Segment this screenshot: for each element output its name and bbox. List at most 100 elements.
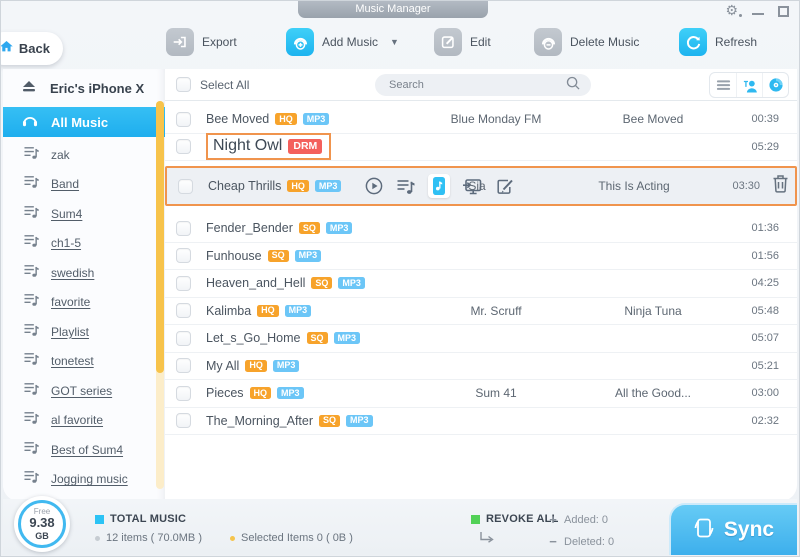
artist-view-button[interactable] <box>736 73 762 97</box>
total-music-label: TOTAL MUSIC <box>110 513 187 525</box>
sidebar-playlist-item[interactable]: favorite <box>3 288 165 318</box>
sync-button[interactable]: Sync <box>669 503 797 555</box>
song-row[interactable]: Let_s_Go_Home SQ MP3 05:07 <box>165 325 797 353</box>
sync-phone-icon <box>694 517 714 544</box>
playlist-icon <box>23 292 40 312</box>
song-row[interactable]: Funhouse SQ MP3 01:56 <box>165 243 797 270</box>
song-checkbox[interactable] <box>176 111 191 127</box>
sidebar-scrollbar[interactable] <box>156 101 164 489</box>
song-duration: 00:39 <box>751 113 779 126</box>
refresh-button[interactable]: Refresh <box>679 28 757 56</box>
song-title: Night Owl <box>213 137 283 155</box>
revoke-all-group[interactable]: REVOKE ALL <box>471 513 559 553</box>
song-row[interactable]: The_Morning_After SQ MP3 02:32 <box>165 408 797 435</box>
export-label: Export <box>202 35 237 49</box>
song-duration: 03:00 <box>751 387 779 400</box>
song-row[interactable]: Heaven_and_Hell SQ MP3 04:25 <box>165 270 797 298</box>
song-checkbox[interactable] <box>176 275 191 291</box>
song-checkbox[interactable] <box>176 413 191 429</box>
song-row[interactable]: Cheap Thrills HQ MP3 Sia This Is Acting … <box>165 166 797 206</box>
select-all-checkbox[interactable] <box>176 77 191 92</box>
sidebar-playlist-item[interactable]: Band <box>3 170 165 200</box>
song-album: Ninja Tuna <box>624 303 682 318</box>
song-rows: Bee Moved HQ MP3 Blue Monday FM Bee Move… <box>165 101 797 435</box>
delete-icon[interactable] <box>772 174 789 198</box>
format-badge: MP3 <box>284 304 312 317</box>
song-title: Funhouse <box>206 248 262 263</box>
delete-music-button[interactable]: Delete Music <box>534 28 639 56</box>
song-row[interactable]: Bee Moved HQ MP3 Blue Monday FM Bee Move… <box>165 106 797 134</box>
album-view-button[interactable] <box>762 73 788 97</box>
playlist-label: al favorite <box>51 413 104 428</box>
edit-icon <box>434 28 462 56</box>
title-group: Pieces HQ MP3 <box>206 386 304 400</box>
sidebar-playlist-item[interactable]: zak <box>3 140 165 170</box>
sidebar-playlist-item[interactable]: Sum4 <box>3 199 165 229</box>
playlist-icon <box>23 145 40 165</box>
sidebar-playlist-item[interactable]: Playlist <box>3 317 165 347</box>
song-checkbox[interactable] <box>176 248 191 264</box>
title-group: Bee Moved HQ MP3 <box>206 112 330 126</box>
title-group: Funhouse SQ MP3 <box>206 248 322 263</box>
select-all-control[interactable]: Select All <box>176 77 249 92</box>
song-checkbox[interactable] <box>176 385 191 401</box>
playlist-label: Playlist <box>51 324 90 339</box>
song-checkbox[interactable] <box>176 358 191 374</box>
quality-badge: SQ <box>298 222 320 235</box>
sidebar-playlist-item[interactable]: al favorite <box>3 406 165 436</box>
playlist-label: Jogging music <box>51 472 128 487</box>
song-checkbox[interactable] <box>176 303 191 319</box>
items-dot <box>95 535 100 541</box>
song-title: Heaven_and_Hell <box>206 276 306 291</box>
play-icon[interactable] <box>364 176 384 196</box>
search-icon[interactable] <box>565 75 581 96</box>
search-box[interactable] <box>375 74 591 96</box>
sidebar-playlist-item[interactable]: GOT series <box>3 376 165 406</box>
edit-button[interactable]: Edit <box>434 28 491 56</box>
song-checkbox[interactable] <box>176 139 191 155</box>
sidebar-playlist-item[interactable]: swedish <box>3 258 165 288</box>
add-music-dropdown-arrow[interactable]: ▼ <box>390 37 399 47</box>
format-badge: MP3 <box>325 222 353 235</box>
search-input[interactable] <box>389 79 565 91</box>
view-switch <box>709 72 789 98</box>
sidebar-scrollbar-thumb[interactable] <box>156 101 164 373</box>
song-row[interactable]: My All HQ MP3 05:21 <box>165 353 797 380</box>
eject-icon[interactable] <box>21 79 37 98</box>
song-row[interactable]: Kalimba HQ MP3 Mr. Scruff Ninja Tuna 05:… <box>165 298 797 325</box>
song-artist: Blue Monday FM <box>450 112 542 127</box>
settings-gear-icon[interactable]: ⚙ <box>725 2 742 18</box>
title-group: Fender_Bender SQ MP3 <box>206 221 353 235</box>
sidebar-playlist-item[interactable]: Best of Sum4 <box>3 435 165 465</box>
device-row[interactable]: Eric's iPhone X <box>3 73 165 103</box>
minimize-button[interactable] <box>752 13 764 15</box>
total-music-group: TOTAL MUSIC 12 items ( 70.0MB ) Selected… <box>95 513 353 551</box>
free-unit: GB <box>35 530 49 541</box>
add-music-button[interactable]: Add Music ▼ <box>286 28 399 56</box>
song-row[interactable]: Pieces HQ MP3 Sum 41 All the Good... 03:… <box>165 380 797 408</box>
playlist-icon <box>23 469 40 489</box>
song-checkbox[interactable] <box>178 178 193 194</box>
sidebar-playlist-item[interactable]: Jogging music <box>3 465 165 495</box>
quality-badge: SQ <box>311 277 333 290</box>
sidebar-playlist-item[interactable]: ch1-5 <box>3 229 165 259</box>
song-duration: 05:29 <box>751 140 779 153</box>
song-checkbox[interactable] <box>176 220 191 236</box>
refresh-icon <box>679 28 707 56</box>
playlist-label: Sum4 <box>51 206 83 221</box>
sidebar-playlist-item[interactable]: tonetest <box>3 347 165 377</box>
export-button[interactable]: Export <box>166 28 237 56</box>
sidebar-item-all-music[interactable]: All Music <box>3 107 165 137</box>
song-checkbox[interactable] <box>176 330 191 346</box>
song-title: The_Morning_After <box>206 413 314 428</box>
back-button[interactable]: Back <box>1 32 63 65</box>
list-view-button[interactable] <box>710 73 736 97</box>
song-row[interactable]: Night Owl DRM 05:29 <box>165 133 797 161</box>
total-music-swatch <box>95 514 104 524</box>
playlist-icon <box>23 174 40 194</box>
added-count: Added: 0 <box>564 513 609 526</box>
format-badge: MP3 <box>302 113 330 126</box>
maximize-button[interactable] <box>778 5 789 17</box>
song-row[interactable]: Fender_Bender SQ MP3 01:36 <box>165 215 797 243</box>
select-all-label: Select All <box>200 77 250 92</box>
